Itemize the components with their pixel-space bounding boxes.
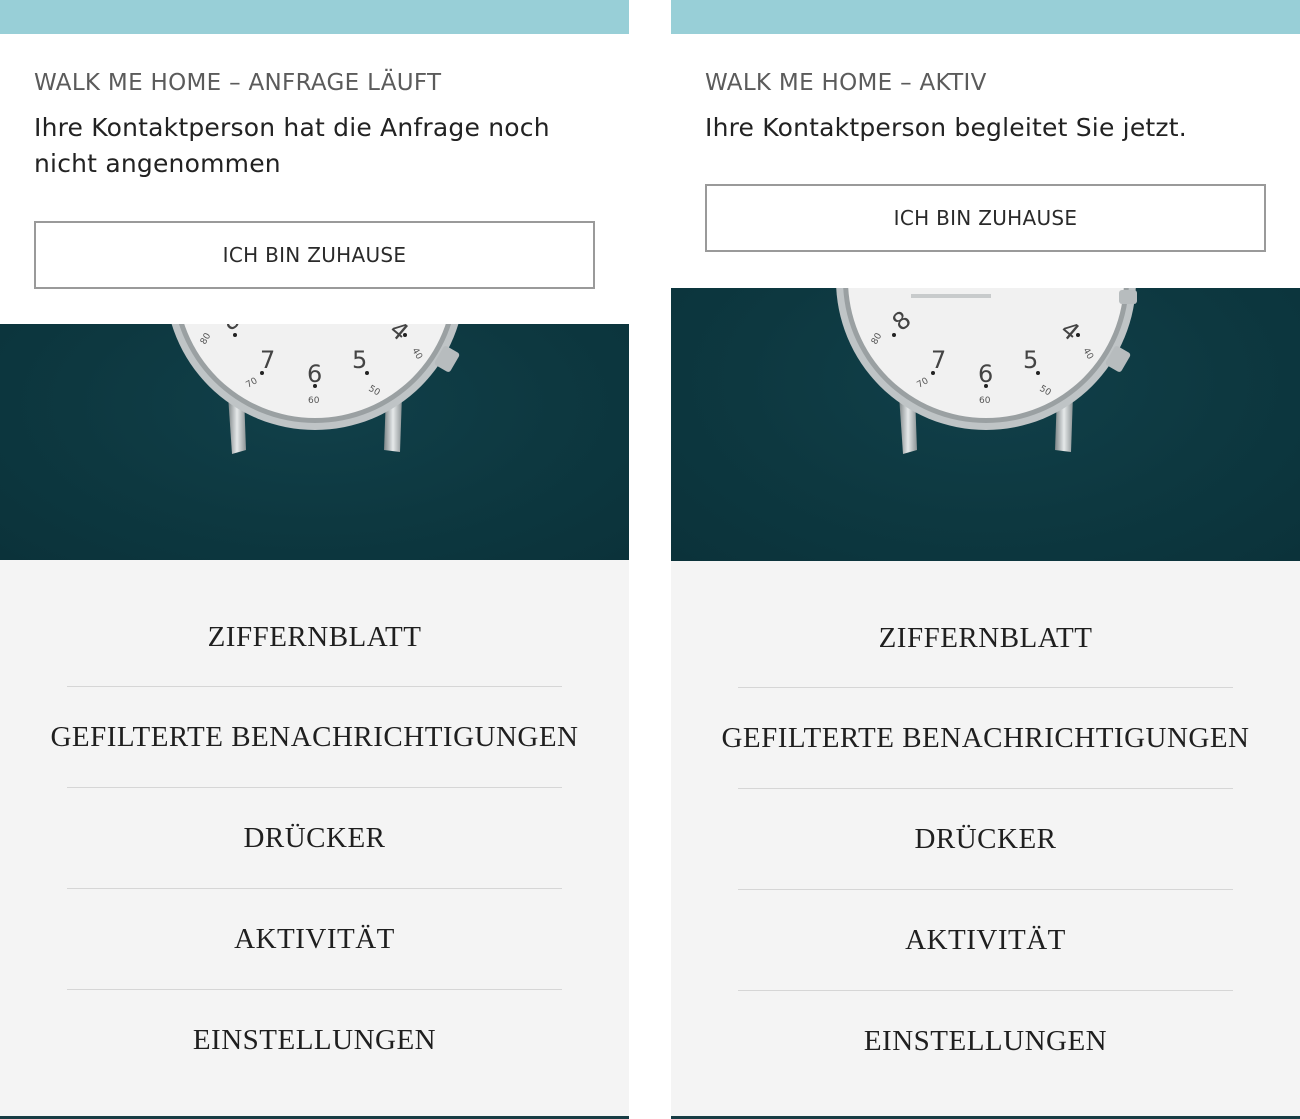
- dial-numeral-6: 6: [978, 360, 993, 388]
- menu-item-settings[interactable]: EINSTELLUNGEN: [0, 990, 629, 1090]
- menu-item-activity[interactable]: AKTIVITÄT: [671, 890, 1300, 990]
- dial-numeral-7: 7: [931, 346, 946, 374]
- walk-me-home-card: WALK ME HOME – AKTIV Ihre Kontaktperson …: [671, 34, 1300, 288]
- im-home-button[interactable]: ICH BIN ZUHAUSE: [34, 221, 595, 289]
- card-title: WALK ME HOME – AKTIV: [705, 70, 987, 96]
- watch-crown: [1119, 290, 1137, 304]
- menu-item-watch-face[interactable]: ZIFFERNBLATT: [0, 560, 629, 686]
- menu-item-watch-face[interactable]: ZIFFERNBLATT: [671, 561, 1300, 687]
- watch-hero: 8 7 6 5 4 80 70 60 50 40: [0, 300, 629, 560]
- dial-minute-60: 60: [979, 396, 991, 406]
- dial-numeral-5: 5: [1023, 346, 1038, 374]
- dial-numeral-7: 7: [260, 346, 275, 374]
- top-bar: [0, 0, 629, 34]
- dial-minute-60: 60: [308, 396, 320, 406]
- watch-hand: [911, 294, 991, 298]
- menu-item-filtered-notifications[interactable]: GEFILTERTE BENACHRICHTIGUNGEN: [671, 688, 1300, 788]
- menu-item-pusher[interactable]: DRÜCKER: [0, 788, 629, 888]
- watch-image: 8 7 6 5 4 80 70 60 50 40: [836, 260, 1137, 454]
- settings-menu: ZIFFERNBLATT GEFILTERTE BENACHRICHTIGUNG…: [671, 561, 1300, 1119]
- card-message: Ihre Kontaktperson begleitet Sie jetzt.: [705, 113, 1187, 142]
- dial-numeral-6: 6: [307, 360, 322, 388]
- dial-numeral-5: 5: [352, 346, 367, 374]
- watch-image: 8 7 6 5 4 80 70 60 50 40: [166, 300, 464, 454]
- menu-item-activity[interactable]: AKTIVITÄT: [0, 889, 629, 989]
- watch-hero: 8 7 6 5 4 80 70 60 50 40: [671, 260, 1300, 561]
- top-bar: [671, 0, 1300, 34]
- card-message: Ihre Kontaktperson hat die Anfrage noch …: [34, 113, 550, 178]
- walk-me-home-card: WALK ME HOME – ANFRAGE LÄUFT Ihre Kontak…: [0, 34, 629, 324]
- menu-item-pusher[interactable]: DRÜCKER: [671, 789, 1300, 889]
- menu-item-settings[interactable]: EINSTELLUNGEN: [671, 991, 1300, 1091]
- screen-request-pending: 8 7 6 5 4 80 70 60 50 40 WALK ME HOME – …: [0, 0, 629, 1119]
- im-home-button[interactable]: ICH BIN ZUHAUSE: [705, 184, 1266, 252]
- screen-active: 8 7 6 5 4 80 70 60 50 40 WALK ME HOME – …: [671, 0, 1300, 1119]
- card-title: WALK ME HOME – ANFRAGE LÄUFT: [34, 70, 442, 96]
- settings-menu: ZIFFERNBLATT GEFILTERTE BENACHRICHTIGUNG…: [0, 560, 629, 1119]
- menu-item-filtered-notifications[interactable]: GEFILTERTE BENACHRICHTIGUNGEN: [0, 687, 629, 787]
